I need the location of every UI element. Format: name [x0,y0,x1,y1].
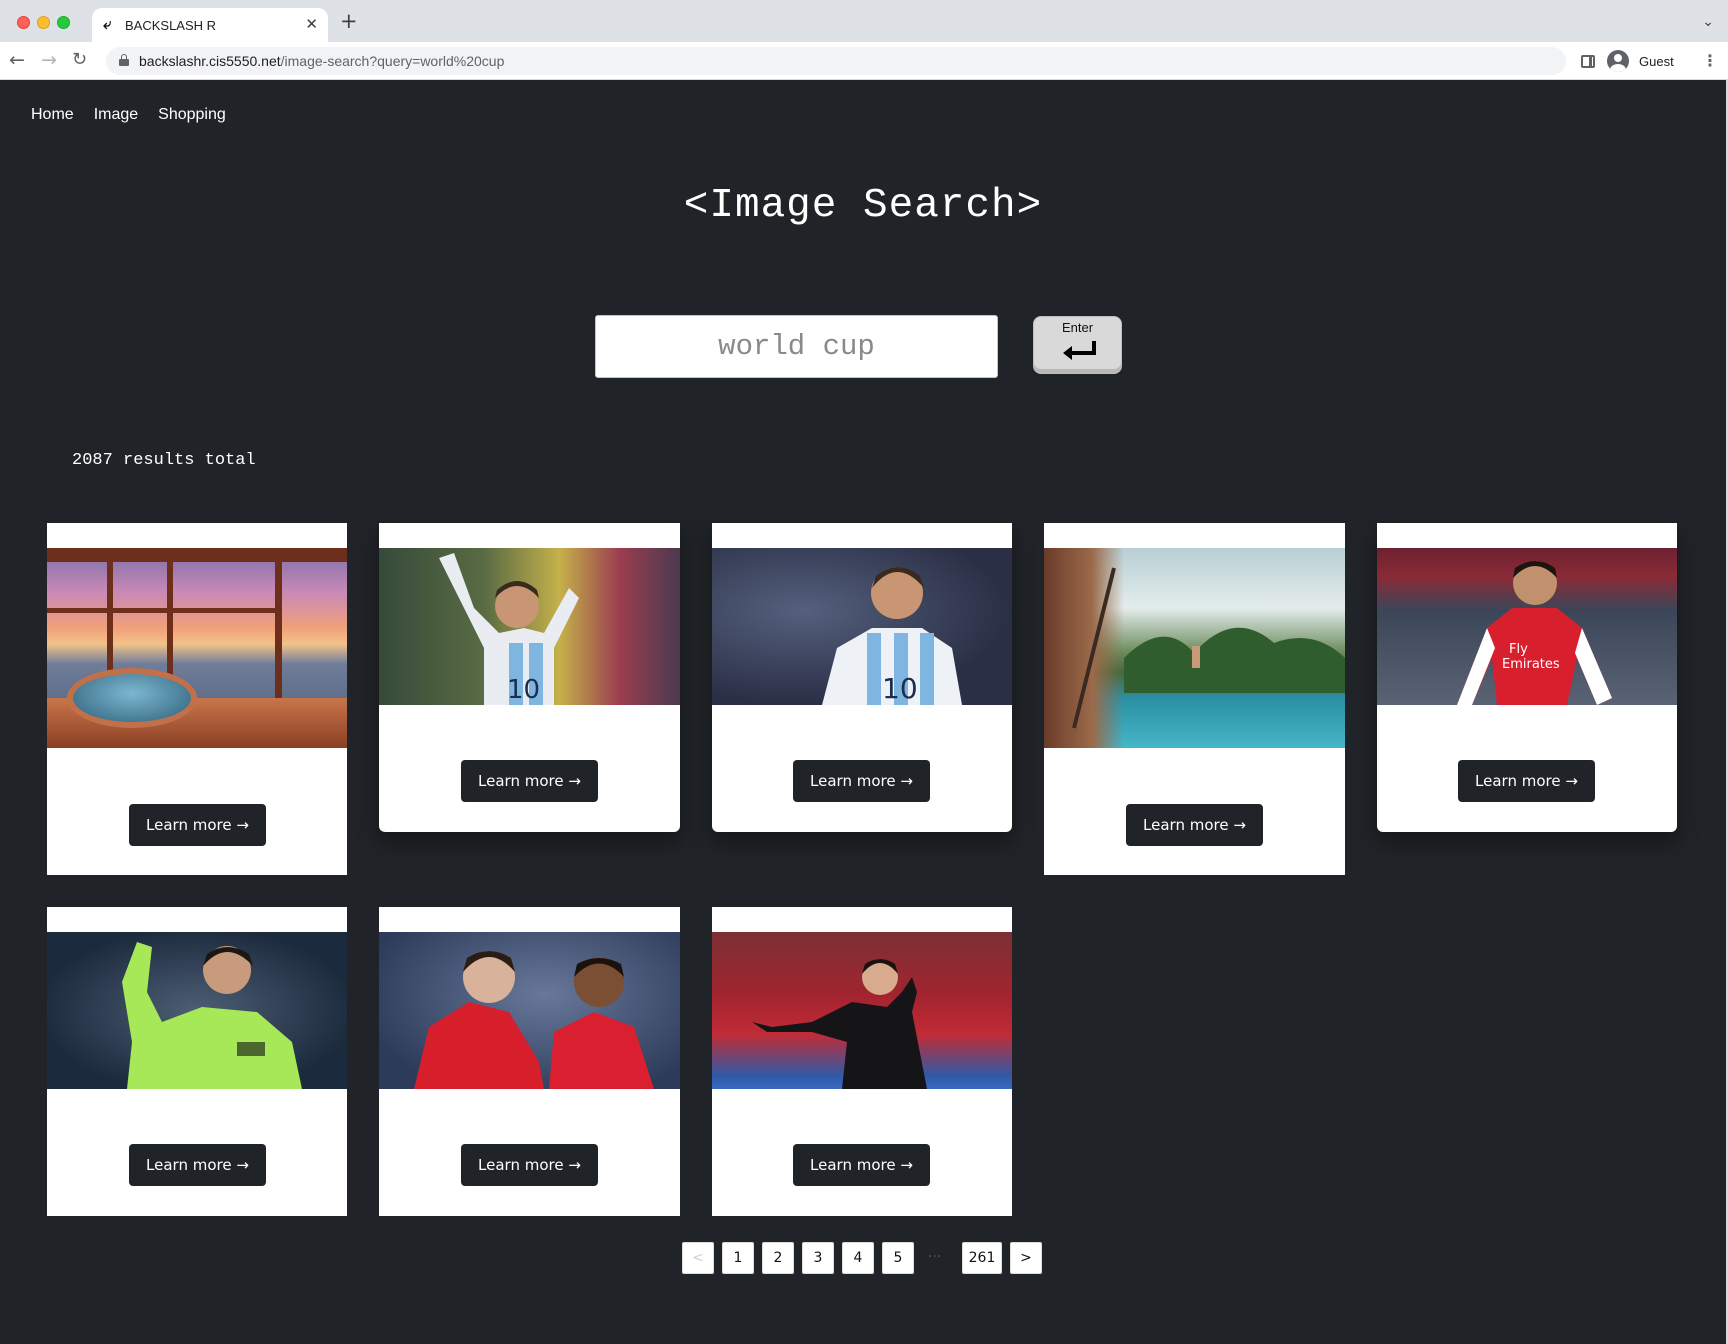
side-panel-icon[interactable] [1581,55,1595,68]
learn-more-button[interactable]: Learn more → [1458,760,1595,802]
browser-menu-icon[interactable]: ⋮ [1702,51,1718,71]
result-image[interactable] [379,932,680,1089]
pagination-ellipsis: ··· [928,1249,942,1265]
page-title: <Image Search> [683,183,1043,229]
learn-more-button[interactable]: Learn more → [129,804,266,846]
page-last-button[interactable]: 261 [962,1242,1002,1274]
result-card: Fly Emirates Learn more → [1377,523,1677,832]
back-arrow-icon[interactable]: ← [9,49,25,71]
enter-search-button[interactable]: Enter [1033,316,1122,374]
page-5-button[interactable]: 5 [882,1242,914,1274]
result-card: Learn more → [712,907,1012,1216]
result-image[interactable]: 10 [379,548,680,705]
browser-tab-strip: ⤶ BACKSLASH R ✕ + ⌄ [0,0,1728,42]
result-image[interactable]: Fly Emirates [1377,548,1677,705]
next-page-button[interactable]: > [1010,1242,1042,1274]
result-card: 10 Learn more → [379,523,680,832]
search-input[interactable] [595,315,998,378]
result-card: Learn more → [47,523,347,875]
result-card: Learn more → [379,907,680,1216]
lock-icon [119,54,129,66]
learn-more-button[interactable]: Learn more → [129,1144,266,1186]
browser-tab[interactable]: ⤶ BACKSLASH R ✕ [92,8,328,42]
result-image[interactable] [47,932,347,1089]
tab-search-chevron-icon[interactable]: ⌄ [1702,14,1714,30]
minimize-window-button[interactable] [37,16,50,29]
tab-close-icon[interactable]: ✕ [305,16,318,32]
svg-text:Fly: Fly [1509,642,1528,657]
result-image[interactable] [1044,548,1345,748]
nav-image-link[interactable]: Image [94,106,138,124]
forward-arrow-icon[interactable]: → [41,49,57,71]
svg-text:10: 10 [882,672,918,705]
result-image[interactable] [47,548,347,748]
svg-text:Emirates: Emirates [1502,657,1560,672]
enter-key-label: Enter [1061,320,1094,335]
learn-more-button[interactable]: Learn more → [793,760,930,802]
result-image[interactable] [712,932,1012,1089]
url-text: backslashr.cis5550.net/image-search?quer… [139,53,505,69]
close-window-button[interactable] [17,16,30,29]
tab-title: BACKSLASH R [125,18,217,33]
profile-avatar-icon [1607,50,1629,72]
results-count: 2087 results total [72,451,256,470]
nav-home-link[interactable]: Home [31,106,74,124]
maximize-window-button[interactable] [57,16,70,29]
backslash-favicon-icon: ⤶ [103,15,112,33]
browser-toolbar: ← → ↻ backslashr.cis5550.net/image-searc… [0,42,1728,80]
nav-shopping-link[interactable]: Shopping [158,106,226,124]
learn-more-button[interactable]: Learn more → [461,760,598,802]
return-arrow-icon [1063,341,1096,360]
svg-text:10: 10 [507,675,540,705]
page-2-button[interactable]: 2 [762,1242,794,1274]
result-image[interactable]: 10 [712,548,1012,705]
learn-more-button[interactable]: Learn more → [461,1144,598,1186]
learn-more-button[interactable]: Learn more → [1126,804,1263,846]
result-card: Learn more → [47,907,347,1216]
site-nav: Home Image Shopping [31,106,226,124]
learn-more-button[interactable]: Learn more → [793,1144,930,1186]
result-card: Learn more → [1044,523,1345,875]
page-3-button[interactable]: 3 [802,1242,834,1274]
reload-icon[interactable]: ↻ [72,49,87,71]
page-4-button[interactable]: 4 [842,1242,874,1274]
new-tab-icon[interactable]: + [340,11,358,32]
address-bar[interactable]: backslashr.cis5550.net/image-search?quer… [106,47,1566,75]
profile-name: Guest [1639,54,1674,69]
page-1-button[interactable]: 1 [722,1242,754,1274]
prev-page-button[interactable]: < [682,1242,714,1274]
result-card: 10 Learn more → [712,523,1012,832]
profile-button[interactable]: Guest [1605,48,1685,74]
